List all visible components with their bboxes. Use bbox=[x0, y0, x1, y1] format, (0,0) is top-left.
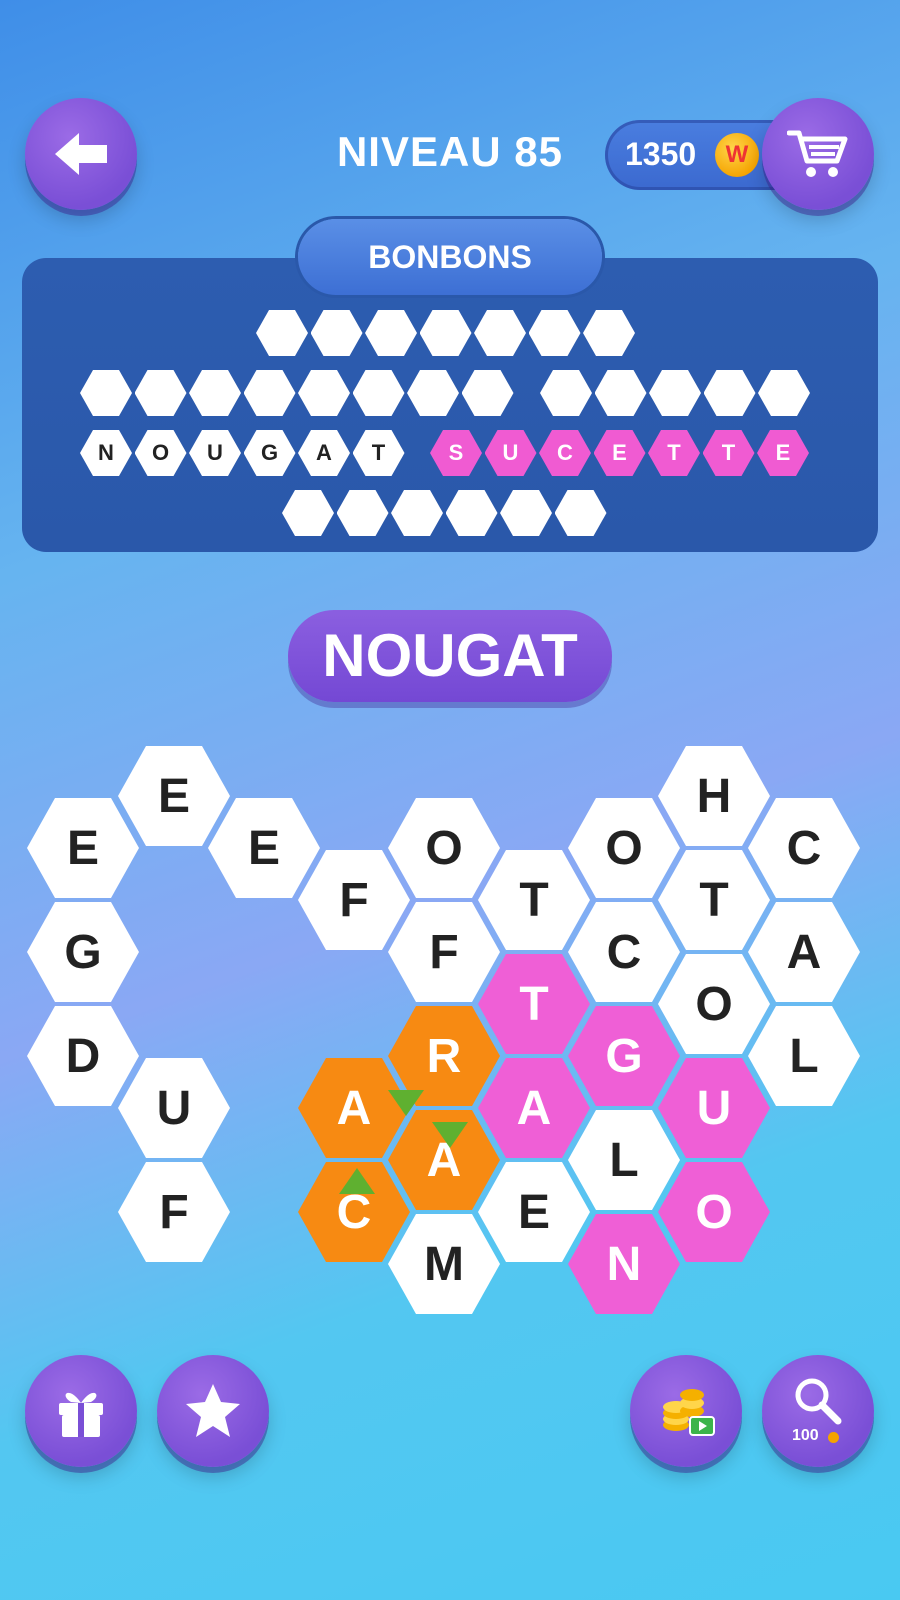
gift-icon bbox=[59, 1392, 103, 1437]
letter-cell[interactable]: G bbox=[568, 1006, 680, 1106]
letter-cell[interactable]: E bbox=[118, 746, 230, 846]
letter-cell[interactable]: E bbox=[208, 798, 320, 898]
star-icon bbox=[186, 1384, 240, 1437]
letter-cell[interactable]: L bbox=[568, 1110, 680, 1210]
coins-value: 1350 bbox=[625, 136, 697, 172]
shop-button[interactable] bbox=[762, 98, 874, 210]
letter-cell[interactable]: U bbox=[658, 1058, 770, 1158]
coin-icon: W bbox=[715, 133, 759, 177]
level-title: NIVEAU 85 bbox=[336, 128, 564, 175]
letter-cell[interactable]: E bbox=[478, 1162, 590, 1262]
letter-cell[interactable]: A bbox=[748, 902, 860, 1002]
letter-cell[interactable]: F bbox=[298, 850, 410, 950]
letter-cell[interactable]: F bbox=[388, 902, 500, 1002]
letter-cell[interactable]: T bbox=[478, 954, 590, 1054]
letter-cell[interactable]: E bbox=[27, 798, 139, 898]
letter-cell[interactable]: L bbox=[748, 1006, 860, 1106]
letter-cell[interactable]: H bbox=[658, 746, 770, 846]
free-coins-video-button[interactable] bbox=[630, 1355, 742, 1467]
favorite-button[interactable] bbox=[157, 1355, 269, 1467]
letter-cell[interactable]: U bbox=[118, 1058, 230, 1158]
coins-video-icon bbox=[663, 1389, 715, 1436]
letter-cell[interactable]: G bbox=[27, 902, 139, 1002]
letter-cell[interactable]: O bbox=[388, 798, 500, 898]
cart-icon bbox=[787, 130, 848, 177]
path-arrow-icon bbox=[388, 1090, 424, 1116]
letter-cell[interactable]: O bbox=[568, 798, 680, 898]
arrow-left-icon bbox=[55, 133, 107, 175]
magnifier-icon bbox=[795, 1378, 842, 1425]
path-arrow-icon bbox=[339, 1168, 375, 1194]
current-word: NOUGAT bbox=[288, 610, 612, 702]
letter-cell[interactable]: N bbox=[568, 1214, 680, 1314]
letter-cell[interactable]: T bbox=[478, 850, 590, 950]
letter-cell[interactable]: D bbox=[27, 1006, 139, 1106]
path-arrow-icon bbox=[432, 1122, 468, 1148]
letter-cell[interactable]: M bbox=[388, 1214, 500, 1314]
letter-cell[interactable]: F bbox=[118, 1162, 230, 1262]
back-button[interactable] bbox=[25, 98, 137, 210]
hint-cost: 100 bbox=[792, 1427, 819, 1444]
letter-cell[interactable]: T bbox=[658, 850, 770, 950]
hint-button[interactable]: 100 bbox=[762, 1355, 874, 1467]
gift-button[interactable] bbox=[25, 1355, 137, 1467]
letter-cell[interactable]: O bbox=[658, 954, 770, 1054]
category-label: BONBONS bbox=[298, 219, 602, 295]
coin-icon bbox=[828, 1432, 839, 1443]
letter-cell[interactable]: O bbox=[658, 1162, 770, 1262]
letter-cell[interactable]: C bbox=[748, 798, 860, 898]
letter-cell[interactable]: C bbox=[568, 902, 680, 1002]
letter-cell[interactable]: A bbox=[478, 1058, 590, 1158]
